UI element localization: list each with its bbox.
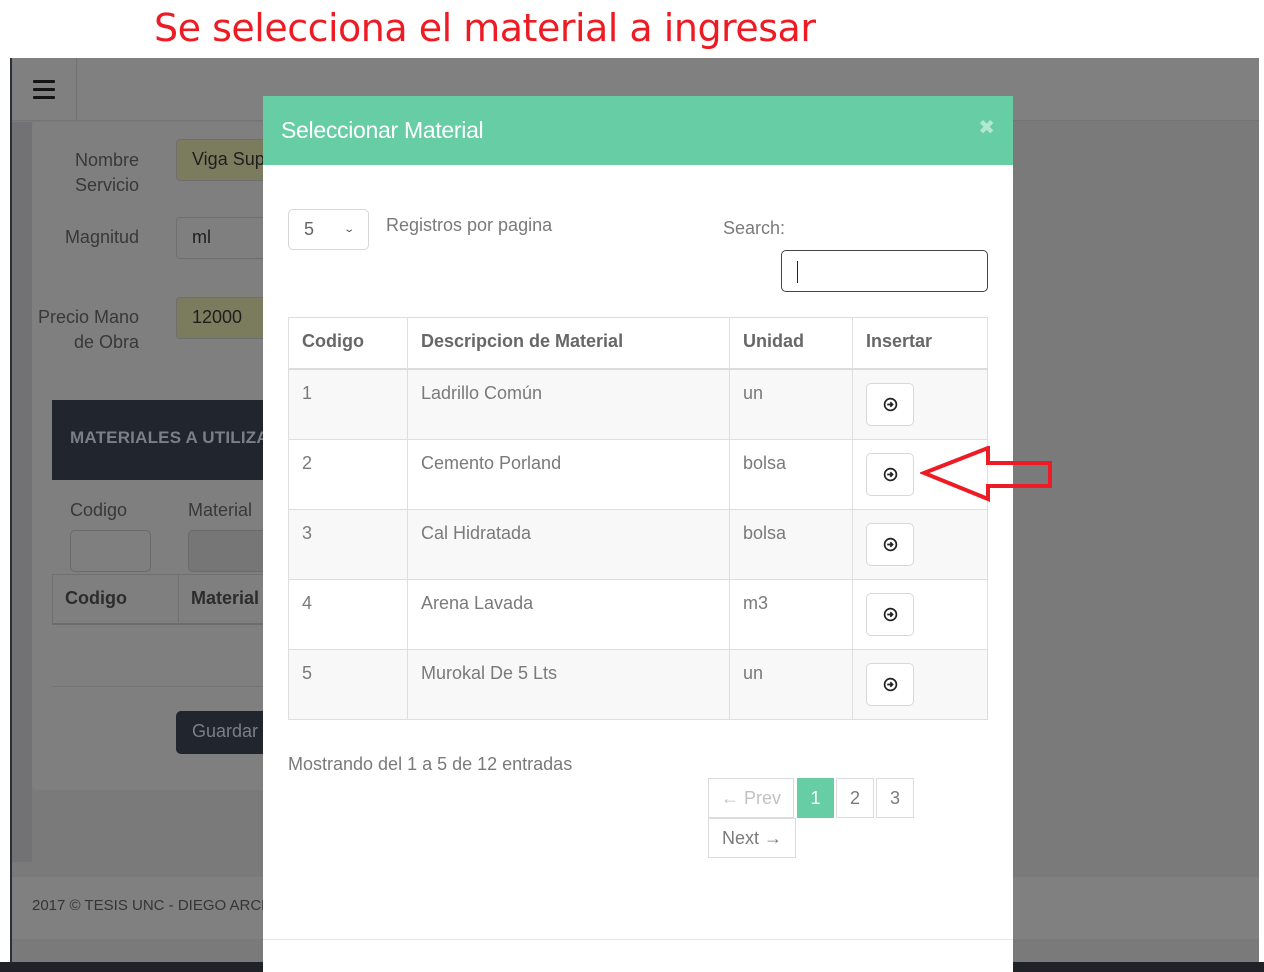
precio-mano-obra-input[interactable]: 12000 <box>176 297 276 339</box>
cell-insertar <box>852 578 988 650</box>
insert-material-button[interactable] <box>866 522 914 566</box>
circle-arrow-right-icon <box>883 537 897 551</box>
cell-insertar <box>852 648 988 720</box>
precio-mano-obra-label: Precio Mano de Obra <box>37 307 139 352</box>
annotation-arrow-icon <box>920 446 1052 502</box>
cell-descripcion: Arena Lavada <box>407 578 730 650</box>
materials-table: Codigo Descripcion de Material Unidad In… <box>288 317 988 720</box>
table-info: Mostrando del 1 a 5 de 12 entradas <box>288 754 573 774</box>
cell-codigo: 2 <box>288 438 408 510</box>
insert-material-button[interactable] <box>866 452 914 496</box>
chevron-down-icon: ⌄ <box>342 224 355 235</box>
column-header-insertar: Insertar <box>852 317 988 370</box>
menu-toggle-button[interactable] <box>12 58 77 121</box>
insert-material-button[interactable] <box>866 662 914 706</box>
page-length-value: 5 <box>304 219 315 239</box>
modal-footer-divider <box>263 939 1013 940</box>
pagination-prev[interactable]: ← Prev <box>708 778 794 818</box>
modal-header: Seleccionar Material ✖ <box>263 96 1013 165</box>
pagination-next[interactable]: Next → <box>708 818 796 858</box>
circle-arrow-right-icon <box>883 467 897 481</box>
nombre-servicio-input[interactable]: Viga Supe <box>176 139 276 181</box>
cell-descripcion: Murokal De 5 Lts <box>407 648 730 720</box>
circle-arrow-right-icon <box>883 677 897 691</box>
pagination-page-1[interactable]: 1 <box>797 778 834 818</box>
text-cursor <box>797 261 798 283</box>
cell-codigo: 3 <box>288 508 408 580</box>
cell-insertar <box>852 368 988 440</box>
cell-codigo: 4 <box>288 578 408 650</box>
codigo-input[interactable] <box>70 530 151 572</box>
column-header-unidad[interactable]: Unidad <box>729 317 853 370</box>
cell-descripcion: Ladrillo Común <box>407 368 730 440</box>
page-length-select[interactable]: 5 ⌄ <box>288 209 369 250</box>
table-row: 3 Cal Hidratada bolsa <box>288 508 988 580</box>
cell-unidad: un <box>729 368 853 440</box>
table-row: 5 Murokal De 5 Lts un <box>288 648 988 720</box>
close-icon[interactable]: ✖ <box>978 115 995 140</box>
cell-insertar <box>852 508 988 580</box>
cell-codigo: 5 <box>288 648 408 720</box>
cell-descripcion: Cemento Porland <box>407 438 730 510</box>
insert-material-button[interactable] <box>866 382 914 426</box>
circle-arrow-right-icon <box>883 607 897 621</box>
select-material-modal: Seleccionar Material ✖ 5 ⌄ Registros por… <box>263 96 1013 972</box>
page-length-label: Registros por pagina <box>386 215 553 235</box>
material-label: Material <box>188 500 253 520</box>
cell-unidad: un <box>729 648 853 720</box>
table-row: 2 Cemento Porland bolsa <box>288 438 988 510</box>
magnitud-select[interactable]: ml <box>176 217 276 259</box>
insert-material-button[interactable] <box>866 592 914 636</box>
pagination-page-2[interactable]: 2 <box>836 778 874 818</box>
table-row: 4 Arena Lavada m3 <box>288 578 988 650</box>
circle-arrow-right-icon <box>883 397 897 411</box>
column-header-descripcion[interactable]: Descripcion de Material <box>407 317 730 370</box>
hamburger-menu-icon <box>33 78 55 102</box>
cell-unidad: bolsa <box>729 508 853 580</box>
nombre-servicio-label: Nombre Servicio <box>74 150 139 195</box>
cell-unidad: m3 <box>729 578 853 650</box>
cell-unidad: bolsa <box>729 438 853 510</box>
cell-descripcion: Cal Hidratada <box>407 508 730 580</box>
column-header-codigo[interactable]: Codigo <box>288 317 408 370</box>
pagination-page-3[interactable]: 3 <box>876 778 914 818</box>
codigo-label: Codigo <box>70 500 128 520</box>
magnitud-label: Magnitud <box>64 227 139 247</box>
table-header-codigo: Codigo <box>65 588 127 608</box>
table-row: 1 Ladrillo Común un <box>288 368 988 440</box>
modal-title: Seleccionar Material <box>281 117 484 143</box>
search-label: Search: <box>723 218 786 238</box>
search-input[interactable] <box>781 250 988 292</box>
cell-codigo: 1 <box>288 368 408 440</box>
annotation-title: Se selecciona el material a ingresar <box>154 6 816 50</box>
